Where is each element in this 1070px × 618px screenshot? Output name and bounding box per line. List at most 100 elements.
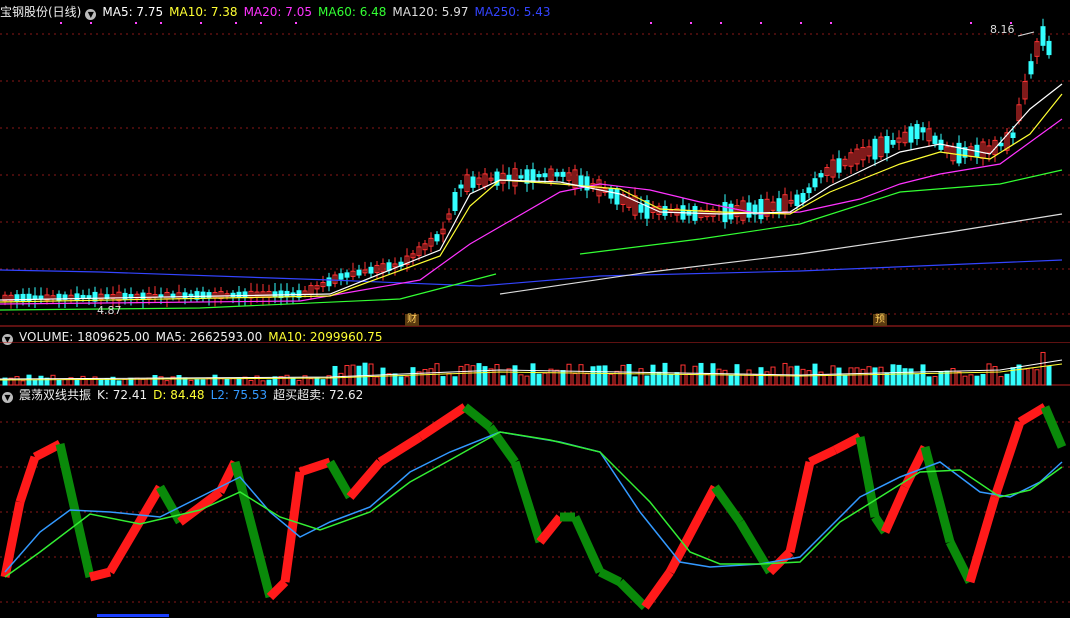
d-value: D: 84.48 <box>153 388 205 402</box>
volume-bar <box>980 374 986 386</box>
candle-body <box>242 291 248 299</box>
event-dot <box>830 22 832 24</box>
candle-body <box>608 188 614 199</box>
volume-bar <box>446 373 452 386</box>
volume-bar <box>764 371 770 386</box>
volume-bar <box>38 375 44 386</box>
volume-bar <box>932 376 938 386</box>
forecast-badge[interactable]: 预 <box>873 314 887 326</box>
candle-body <box>818 173 824 178</box>
k-segment <box>990 420 1025 499</box>
volume-bar <box>422 368 428 386</box>
candle-body <box>458 184 464 189</box>
volume-bar <box>998 376 1004 386</box>
candle-body <box>956 142 962 164</box>
volume-panel[interactable] <box>0 342 1070 387</box>
candle-body <box>914 123 920 140</box>
volume-bar <box>1004 373 1010 386</box>
candle-body <box>1028 61 1034 75</box>
volume-bar <box>488 368 494 386</box>
event-dot <box>200 22 202 24</box>
volume-bar <box>746 369 752 386</box>
candle-body <box>920 127 926 133</box>
k-segment <box>616 578 649 611</box>
price-panel[interactable] <box>0 14 1070 334</box>
candle-body <box>560 171 566 177</box>
volume-bar <box>752 373 758 386</box>
volume-bar <box>1016 364 1022 386</box>
candle-body <box>1046 40 1052 56</box>
volume-bar <box>266 379 272 386</box>
candle-body <box>536 174 542 178</box>
k-segment <box>326 459 354 500</box>
volume-bar <box>926 376 932 386</box>
candle-body <box>86 295 92 299</box>
event-dot <box>690 22 692 24</box>
candle-body <box>38 295 44 300</box>
volume-bar <box>836 367 842 386</box>
candle-body <box>368 266 374 274</box>
chart-stage: 宝钢股份(日线) ▼ MA5: 7.75 MA10: 7.38 MA20: 7.05 MA… <box>0 0 1070 618</box>
min-price-label: 4.87 <box>97 304 122 317</box>
volume-bar <box>368 363 374 386</box>
volume-bar <box>164 380 170 386</box>
candle-body <box>236 291 242 298</box>
volume-bar <box>896 364 902 386</box>
volume-bar <box>344 365 350 386</box>
volume-bar <box>542 372 548 386</box>
event-dot <box>720 22 722 24</box>
volume-bar <box>548 368 554 386</box>
candle-body <box>1040 26 1046 46</box>
volume-bar <box>644 375 650 386</box>
volume-bar <box>56 379 62 386</box>
volume-bar <box>428 368 434 386</box>
candle-body <box>776 198 782 212</box>
volume-bar <box>140 378 146 386</box>
candle-body <box>638 204 644 213</box>
candle-body <box>578 175 584 187</box>
candle-body <box>554 172 560 177</box>
k-value: K: 72.41 <box>97 388 148 402</box>
k-segment <box>808 445 837 467</box>
volume-bar <box>650 364 656 386</box>
event-dot <box>800 22 802 24</box>
volume-bar <box>680 364 686 386</box>
k-segment <box>711 484 744 525</box>
volume-bar <box>566 363 572 386</box>
candle-body <box>800 193 806 203</box>
oscillator-panel[interactable] <box>0 402 1070 617</box>
volume-bar <box>938 371 944 386</box>
k-segment <box>106 484 164 575</box>
candle-body <box>206 292 212 299</box>
volume-bar <box>362 362 368 386</box>
volume-bar <box>452 376 458 386</box>
k-segment <box>377 433 423 466</box>
volume-bar <box>914 373 920 386</box>
k-segment <box>880 485 910 534</box>
volume-bar <box>806 370 812 386</box>
volume-bar <box>920 364 926 386</box>
volume-bar <box>1034 369 1040 386</box>
earnings-badge[interactable]: 财 <box>405 314 419 326</box>
volume-bar <box>212 374 218 386</box>
volume-bar <box>494 364 500 386</box>
volume-bar <box>80 375 86 386</box>
candle-body <box>338 273 344 280</box>
volume-bar <box>296 379 302 386</box>
volume-bar <box>476 363 482 386</box>
volume-bar <box>116 380 122 386</box>
volume-bar <box>464 364 470 386</box>
volume-bar <box>632 376 638 386</box>
volume-bar <box>824 374 830 386</box>
volume-bar <box>518 374 524 386</box>
volume-bar <box>962 375 968 386</box>
volume-bar <box>848 367 854 386</box>
k-segment <box>597 567 623 587</box>
event-dot <box>160 22 162 24</box>
volume-bar <box>218 377 224 386</box>
volume-bar <box>86 379 92 386</box>
k-segment <box>510 460 545 544</box>
volume-bar <box>62 378 68 386</box>
k-segment <box>266 578 289 601</box>
volume-bar <box>956 371 962 386</box>
